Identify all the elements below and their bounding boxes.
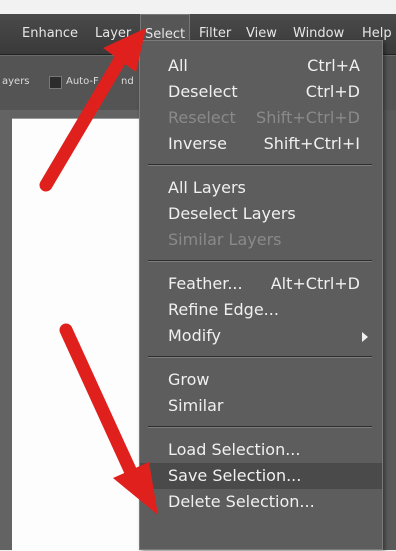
menu-item-inverse[interactable]: Inverse Shift+Ctrl+I <box>140 131 382 157</box>
menu-item-label: Load Selection... <box>168 440 301 459</box>
auto-select-checkbox[interactable] <box>49 76 62 89</box>
menu-item-shortcut: Ctrl+A <box>307 56 360 75</box>
menu-item-label: All <box>168 56 188 75</box>
menu-item-deselect[interactable]: Deselect Ctrl+D <box>140 79 382 105</box>
menu-item-grow[interactable]: Grow <box>140 367 382 393</box>
menu-item-label: Reselect <box>168 108 236 127</box>
menu-separator <box>148 260 372 262</box>
menu-item-similar[interactable]: Similar <box>140 393 382 419</box>
menu-item-label: Save Selection... <box>168 466 302 485</box>
select-menu-dropdown: All Ctrl+A Deselect Ctrl+D Reselect Shift+Ctr… <box>139 40 383 550</box>
menu-item-modify[interactable]: Modify <box>140 323 382 349</box>
menu-item-refine-edge[interactable]: Refine Edge... <box>140 297 382 323</box>
menu-item-label: Deselect Layers <box>168 204 296 223</box>
menu-item-shortcut: Shift+Ctrl+D <box>256 108 360 127</box>
menu-item-reselect: Reselect Shift+Ctrl+D <box>140 105 382 131</box>
menu-layer[interactable]: Layer <box>95 14 131 54</box>
menu-item-label: Modify <box>168 326 222 345</box>
menu-item-shortcut: Alt+Ctrl+D <box>270 274 360 293</box>
menu-item-label: Similar Layers <box>168 230 282 249</box>
menu-item-deselect-layers[interactable]: Deselect Layers <box>140 201 382 227</box>
menu-item-save-selection[interactable]: Save Selection... <box>140 463 382 489</box>
menu-item-label: Delete Selection... <box>168 492 315 511</box>
menu-item-all[interactable]: All Ctrl+A <box>140 53 382 79</box>
menu-item-shortcut: Ctrl+D <box>305 82 360 101</box>
menu-item-feather[interactable]: Feather... Alt+Ctrl+D <box>140 271 382 297</box>
menu-item-label: Similar <box>168 396 224 415</box>
menu-item-shortcut: Shift+Ctrl+I <box>263 134 360 153</box>
menu-item-similar-layers: Similar Layers <box>140 227 382 253</box>
menu-separator <box>148 164 372 166</box>
menu-item-label: Feather... <box>168 274 243 293</box>
menu-item-label: All Layers <box>168 178 246 197</box>
menu-item-label: Inverse <box>168 134 227 153</box>
menu-separator <box>148 426 372 428</box>
menu-enhance[interactable]: Enhance <box>22 14 78 54</box>
menu-item-load-selection[interactable]: Load Selection... <box>140 437 382 463</box>
layers-label: ayers <box>2 76 30 87</box>
obscured-option-label: nd <box>121 76 134 87</box>
menu-item-label: Grow <box>168 370 210 389</box>
menu-item-label: Refine Edge... <box>168 300 279 319</box>
submenu-arrow-icon <box>362 332 368 342</box>
menu-item-all-layers[interactable]: All Layers <box>140 175 382 201</box>
menu-item-delete-selection[interactable]: Delete Selection... <box>140 489 382 515</box>
menu-separator <box>148 356 372 358</box>
auto-select-label: Auto-F <box>66 76 99 87</box>
menu-item-label: Deselect <box>168 82 238 101</box>
